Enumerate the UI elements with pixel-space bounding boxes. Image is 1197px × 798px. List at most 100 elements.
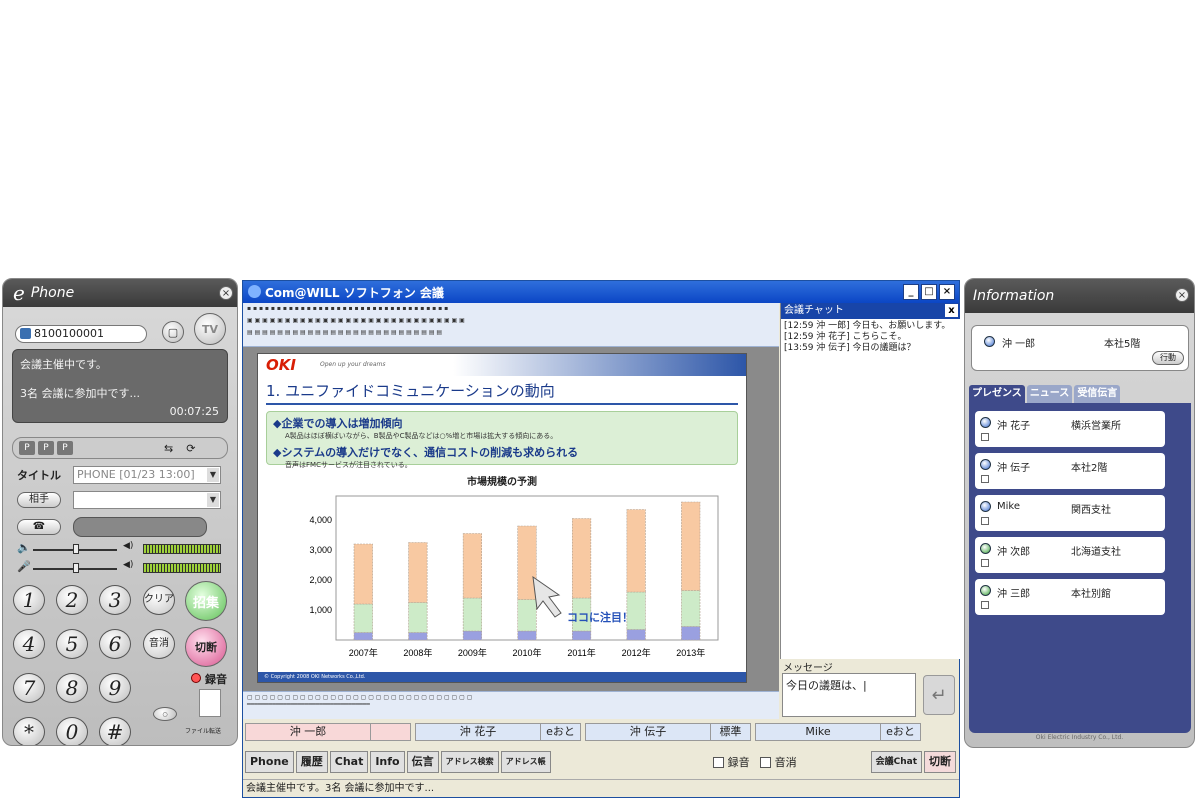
contact-card[interactable]: 沖 花子 横浜営業所 [975,411,1165,447]
call-button[interactable]: 招集 [185,581,227,621]
x-tick-label: 2007年 [349,647,378,658]
keypad-key[interactable]: 3 [99,585,131,615]
partner-field[interactable]: ▼ [73,491,221,509]
drawing-toolbar[interactable]: ▢ ▢ ▢ ▢ ▢ ▢ ▢ ▢ ▢ ▢ ▢ ▢ ▢ ▢ ▢ ▢ ▢ ▢ ▢ ▢ … [243,691,779,719]
contact-name: Mike [997,501,1020,512]
speaker-volume-knob[interactable] [73,544,79,554]
self-name: 沖 一郎 [1002,339,1036,350]
contact-card[interactable]: 沖 三郎 本社別館 [975,579,1165,615]
mute-checkbox[interactable]: 音消 [759,754,797,770]
x-tick-label: 2009年 [458,647,487,658]
participant-status: eおと [540,724,580,740]
tab-received-messages[interactable]: 受信伝言 [1074,385,1121,403]
presence-icon [980,585,991,596]
preset-button-2[interactable]: P [38,441,54,455]
slide-header: OKI Open up your dreams [258,354,746,376]
tab-message[interactable]: 伝言 [406,751,439,773]
participant-3[interactable]: 沖 伝子 標準 [585,723,751,741]
tab-phone[interactable]: Phone [245,751,294,773]
tab-presence[interactable]: プレゼンス [969,385,1025,403]
message-flag-icon [981,517,989,525]
action-button[interactable]: 行動 [1152,351,1184,365]
tab-news[interactable]: ニュース [1026,385,1073,403]
contact-card[interactable]: 沖 次郎 北海道支社 [975,537,1165,573]
clear-button[interactable]: クリア [143,585,175,615]
keypad-key[interactable]: 4 [13,629,45,659]
participant-4[interactable]: Mike eおと [755,723,921,741]
minimize-icon[interactable]: _ [903,284,919,300]
preset-button-3[interactable]: P [57,441,73,455]
phone-number-field[interactable]: 8100100001 [15,325,147,343]
keypad-key[interactable]: 8 [56,673,88,703]
keypad-key[interactable]: 7 [13,673,45,703]
send-icon[interactable]: ↵ [923,675,955,715]
record-icon[interactable] [191,673,201,683]
conference-hangup-button[interactable]: 切断 [924,751,957,773]
keypad-key[interactable]: 0 [56,717,88,745]
chart-bar-segment [681,501,701,591]
file-icon[interactable] [199,689,221,717]
conference-chat-button[interactable]: 会議Chat [870,751,923,773]
chevron-down-icon[interactable]: ▼ [207,468,219,482]
contact-name: 沖 次郎 [997,547,1031,558]
tab-address-book[interactable]: アドレス帳 [500,751,551,773]
contact-card[interactable]: Mike 関西支社 [975,495,1165,531]
keypad-key[interactable]: 2 [56,585,88,615]
mic-volume-knob[interactable] [73,563,79,573]
participant-2[interactable]: 沖 花子 eおと [415,723,581,741]
hold-icon[interactable]: ⇆ [164,442,173,455]
message-input[interactable]: 今日の議題は、| [782,673,916,717]
keypad-key[interactable]: 1 [13,585,45,615]
close-icon[interactable]: x [945,304,958,317]
conference-window: Com@WILL ソフトフォン 会議 _ □ × ▪ ▪ ▪ ▪ ▪ ▪ ▪ ▪… [242,280,960,798]
presence-icon [980,501,991,512]
x-tick-label: 2011年 [567,647,595,658]
window-toggle-button[interactable]: ▢ [162,321,184,343]
handset-button[interactable]: ☎ [17,519,61,535]
record-checkbox[interactable]: 録音 [712,754,750,770]
y-tick-label: 4,000 [309,515,332,525]
slide-title: 1. ユニファイドコミュニケーションの動向 [266,380,738,405]
chart-bar-segment [353,543,373,605]
presence-icon [980,543,991,554]
redial-icon[interactable]: ⟳ [186,442,195,455]
display-line-1: 会議主催中です。 [20,358,107,371]
keypad-key[interactable]: 5 [56,629,88,659]
participant-1[interactable]: 沖 一郎 [245,723,411,741]
close-icon[interactable]: × [219,286,233,300]
bullet-1-sub: A製品はほぼ横ばいながら、B製品やC製品などは○%増と市場は拡大する傾向にある。 [285,432,558,440]
chart-annotation: ココに注目！ [567,610,633,624]
checkbox-icon[interactable] [759,756,771,768]
tab-history[interactable]: 履歴 [295,751,328,773]
maximize-icon[interactable]: □ [921,284,937,300]
checkbox-icon[interactable] [712,756,724,768]
copyright: Oki Electric Industry Co., Ltd. [1035,734,1124,741]
tab-chat[interactable]: Chat [329,751,369,773]
title-field[interactable]: PHONE [01/23 13:00] ▼ [73,466,221,484]
partner-button[interactable]: 相手 [17,492,61,508]
presence-icon [984,336,995,347]
keypad-key[interactable]: 9 [99,673,131,703]
dial-display [73,517,207,537]
keypad-key[interactable]: # [99,717,131,745]
mute-button[interactable]: 音消 [143,629,175,659]
tab-info[interactable]: Info [370,751,405,773]
option-button[interactable]: ○ [153,707,177,721]
contact-name: 沖 花子 [997,421,1031,432]
chart-bar-segment [408,542,428,603]
close-icon[interactable]: × [939,284,955,300]
phone-number: 8100100001 [34,327,104,340]
hangup-button[interactable]: 切断 [185,627,227,667]
keypad-key[interactable]: 6 [99,629,131,659]
close-icon[interactable]: × [1175,288,1189,302]
contact-card[interactable]: 沖 伝子 本社2階 [975,453,1165,489]
participant-name: 沖 一郎 [289,725,327,738]
preset-button-1[interactable]: P [19,441,35,455]
tab-address-search[interactable]: アドレス検索 [440,751,499,773]
phone-title: Phone [30,285,75,301]
presentation-toolbar[interactable]: ▪ ▪ ▪ ▪ ▪ ▪ ▪ ▪ ▪ ▪ ▪ ▪ ▪ ▪ ▪ ▪ ▪ ▪ ▪ ▪ … [243,303,779,347]
tv-button[interactable]: TV [194,313,226,345]
volume-icon: ◀) [123,541,134,551]
keypad-key[interactable]: * [13,717,45,745]
chevron-down-icon[interactable]: ▼ [207,493,219,507]
